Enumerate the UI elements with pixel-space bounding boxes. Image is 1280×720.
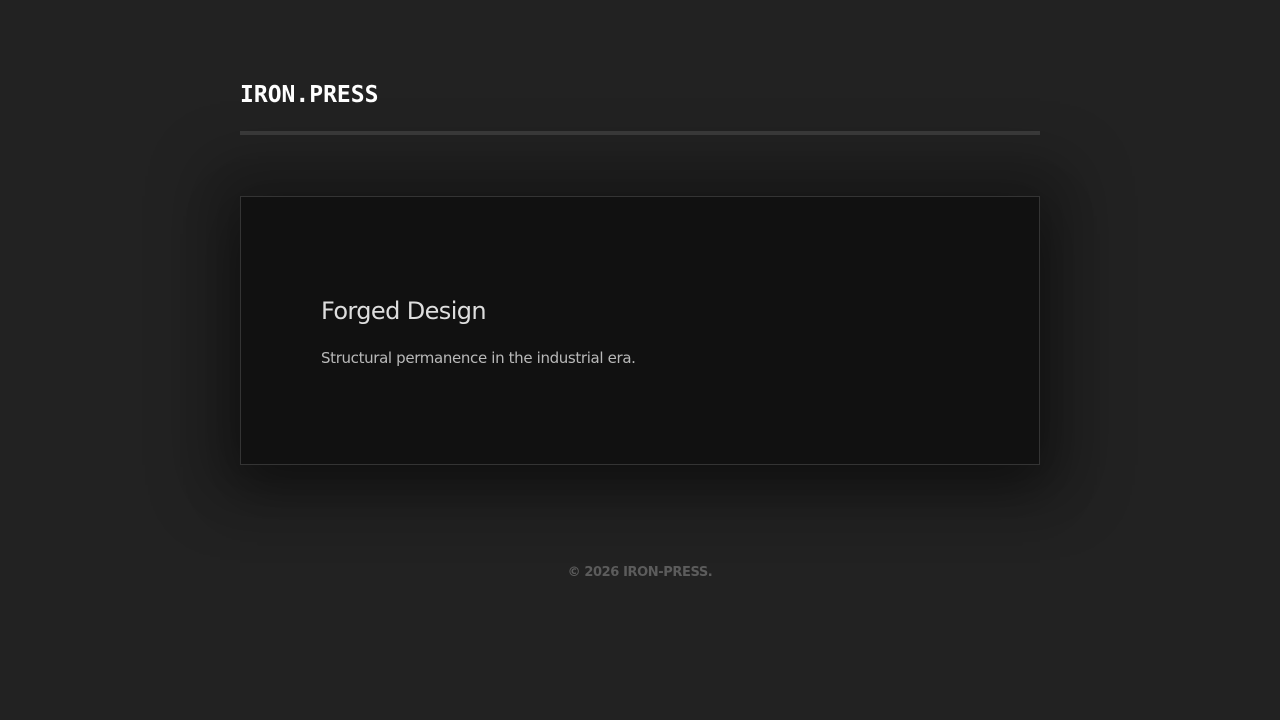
site-footer: © 2026 IRON-PRESS. (0, 565, 1280, 580)
site-logo[interactable]: IRON.PRESS (240, 82, 378, 108)
page: IRON.PRESS Forged Design Structural perm… (0, 0, 1280, 720)
hero-title: Forged Design (321, 297, 487, 325)
hero-subtitle: Structural permanence in the industrial … (321, 349, 636, 367)
hero-card: Forged Design Structural permanence in t… (240, 196, 1040, 465)
header-divider (240, 131, 1040, 135)
copyright-text: © 2026 IRON-PRESS. (567, 565, 713, 580)
site-header: IRON.PRESS (240, 80, 1040, 136)
